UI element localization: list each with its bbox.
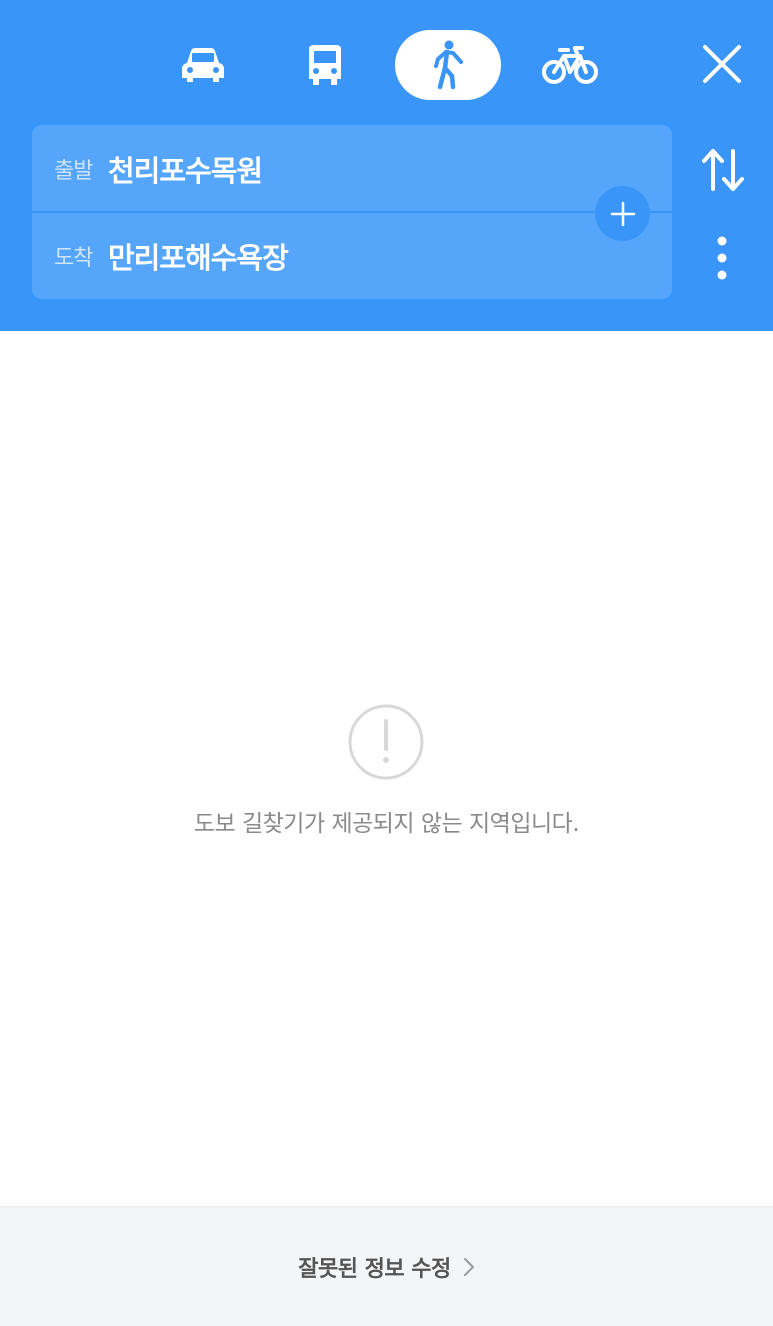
walk-icon (434, 40, 463, 90)
end-field[interactable]: 도착 만리포해수욕장 (32, 212, 672, 299)
report-error-label: 잘못된 정보 수정 (298, 1256, 451, 1282)
car-mode-button[interactable] (150, 30, 256, 100)
end-value: 만리포해수욕장 (108, 240, 289, 275)
walk-mode-button[interactable] (395, 30, 501, 100)
unavailable-message: 도보 길찾기가 제공되지 않는 지역입니다. (193, 811, 580, 837)
add-waypoint-button[interactable] (595, 186, 650, 241)
content-area: 도보 길찾기가 제공되지 않는 지역입니다. (0, 331, 773, 1206)
plus-icon (610, 201, 635, 226)
bicycle-icon (542, 46, 598, 84)
close-icon (703, 45, 741, 83)
route-box: 출발 천리포수목원 도착 만리포해수욕장 (32, 125, 672, 299)
start-label: 출발 (54, 158, 93, 184)
header: 출발 천리포수목원 도착 만리포해수욕장 (0, 0, 773, 331)
swap-arrows-icon (702, 149, 744, 191)
bicycle-mode-button[interactable] (517, 30, 623, 100)
bus-mode-button[interactable] (272, 30, 378, 100)
car-icon (182, 48, 224, 82)
more-options-button[interactable] (702, 228, 742, 288)
alert-icon (348, 704, 424, 780)
close-button[interactable] (694, 36, 750, 92)
swap-route-button[interactable] (696, 140, 750, 200)
more-vertical-icon (717, 236, 727, 280)
bus-icon (309, 45, 341, 85)
chevron-right-icon (463, 1257, 474, 1276)
report-error-link[interactable]: 잘못된 정보 수정 (298, 1251, 475, 1283)
start-value: 천리포수목원 (108, 153, 263, 188)
footer: 잘못된 정보 수정 (0, 1206, 773, 1326)
end-label: 도착 (54, 245, 93, 271)
start-field[interactable]: 출발 천리포수목원 (32, 125, 672, 212)
